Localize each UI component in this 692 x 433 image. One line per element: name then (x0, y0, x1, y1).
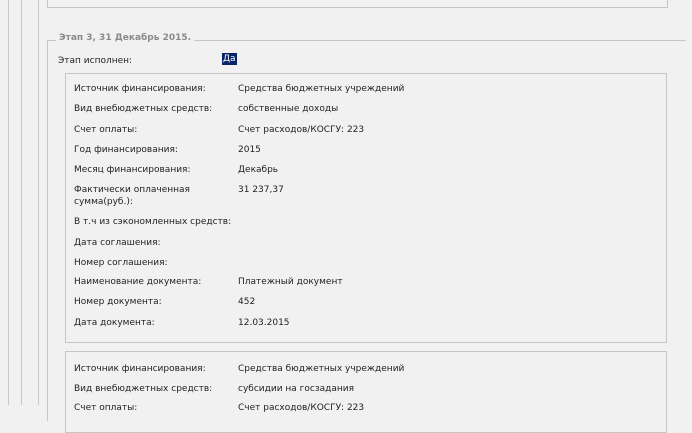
field-label: В т.ч из сэкономленных средств: (74, 217, 232, 227)
stage-status-value: Да (222, 53, 237, 65)
field-value: собственные доходы (238, 104, 339, 114)
field-value: Счет расходов/КОСГУ: 223 (238, 403, 365, 413)
funding-card: Источник финансирования: Средства бюджет… (65, 351, 667, 433)
field-value: Счет расходов/КОСГУ: 223 (238, 125, 365, 135)
field-label: Вид внебюджетных средств: (74, 384, 213, 394)
field-value: Средства бюджетных учреждений (238, 84, 405, 94)
field-value: 452 (238, 297, 256, 307)
outer-border-inner (38, 0, 39, 405)
previous-stage-panel (47, 0, 668, 8)
funding-card: Источник финансирования: Средства бюджет… (65, 73, 667, 343)
field-value: 2015 (238, 145, 261, 155)
stage-status-label: Этап исполнен: (58, 56, 133, 66)
outer-border-left-inner (21, 0, 22, 405)
stage-legend: Этап 3, 31 Декабрь 2015. (56, 33, 195, 43)
field-value: 12.03.2015 (238, 318, 290, 328)
field-value: 31 237,37 (238, 185, 284, 195)
field-label: Год финансирования: (74, 145, 178, 155)
field-label: Номер документа: (74, 297, 162, 307)
field-value: Средства бюджетных учреждений (238, 364, 405, 374)
field-label: Дата соглашения: (74, 238, 161, 248)
field-value: Декабрь (238, 165, 279, 175)
field-label: Номер соглашения: (74, 258, 168, 268)
field-label: Месяц финансирования: (74, 165, 191, 175)
field-label: Дата документа: (74, 318, 155, 328)
field-label: Счет оплаты: (74, 403, 138, 413)
field-value: Платежный документ (238, 277, 343, 287)
field-value: субсидии на госзадания (238, 384, 355, 394)
field-label: Вид внебюджетных средств: (74, 104, 213, 114)
field-label: Счет оплаты: (74, 125, 138, 135)
field-label: Источник финансирования: (74, 84, 206, 94)
field-label: Источник финансирования: (74, 364, 206, 374)
field-label: Наименование документа: (74, 277, 202, 287)
field-label: Фактически оплаченная сумма(руб.): (74, 185, 190, 207)
outer-border-left (8, 0, 9, 405)
